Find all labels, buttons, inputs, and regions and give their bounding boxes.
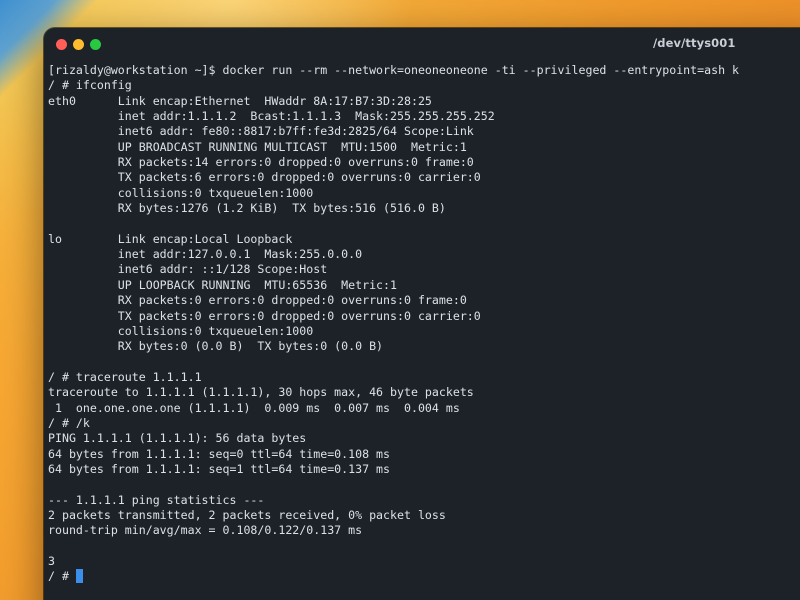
terminal-window[interactable]: /dev/ttys001 [rizaldy@workstation ~]$ do… (44, 28, 800, 600)
close-window-button[interactable] (56, 39, 67, 50)
terminal-line: inet addr:127.0.0.1 Mask:255.0.0.0 (48, 247, 363, 262)
terminal-line: RX bytes:1276 (1.2 KiB) TX bytes:516 (51… (48, 201, 446, 216)
terminal-line: 1 one.one.one.one (1.1.1.1) 0.009 ms 0.0… (48, 400, 460, 415)
terminal-line: UP LOOPBACK RUNNING MTU:65536 Metric:1 (48, 277, 398, 292)
terminal-line: RX packets:0 errors:0 dropped:0 overruns… (48, 293, 467, 308)
terminal-line: 64 bytes from 1.1.1.1: seq=1 ttl=64 time… (48, 461, 391, 476)
terminal-line: inet addr:1.1.1.2 Bcast:1.1.1.3 Mask:255… (48, 109, 495, 124)
shell-prompt: / # (48, 569, 76, 584)
terminal-line: 2 packets transmitted, 2 packets receive… (48, 507, 446, 522)
terminal-line: / # /k (48, 415, 90, 430)
zoom-window-button[interactable] (90, 39, 101, 50)
terminal-line: UP BROADCAST RUNNING MULTICAST MTU:1500 … (48, 139, 467, 154)
text-cursor (75, 569, 83, 584)
terminal-line: [rizaldy@workstation ~]$ docker run --rm… (48, 63, 740, 77)
terminal-line: PING 1.1.1.1 (1.1.1.1): 56 data bytes (48, 431, 307, 446)
terminal-line: RX packets:14 errors:0 dropped:0 overrun… (48, 155, 474, 170)
terminal-line: RX bytes:0 (0.0 B) TX bytes:0 (0.0 B) (48, 339, 384, 354)
terminal-line: lo Link encap:Local Loopback (48, 231, 293, 246)
terminal-line: collisions:0 txqueuelen:1000 (48, 185, 314, 200)
window-titlebar[interactable]: /dev/ttys001 (44, 28, 800, 60)
terminal-line: 64 bytes from 1.1.1.1: seq=0 ttl=64 time… (48, 446, 391, 461)
minimize-window-button[interactable] (73, 39, 84, 50)
terminal-line: TX packets:0 errors:0 dropped:0 overruns… (48, 308, 481, 323)
window-title: /dev/ttys001 (653, 36, 736, 50)
terminal-line: TX packets:6 errors:0 dropped:0 overruns… (48, 170, 481, 185)
terminal-line: inet6 addr: ::1/128 Scope:Host (48, 262, 328, 277)
terminal-output[interactable]: [rizaldy@workstation ~]$ docker run --rm… (48, 63, 800, 585)
terminal-line: inet6 addr: fe80::8817:b7ff:fe3d:2825/64… (48, 124, 474, 139)
terminal-line: collisions:0 txqueuelen:1000 (48, 323, 314, 338)
terminal-line: round-trip min/avg/max = 0.108/0.122/0.1… (48, 523, 363, 538)
terminal-line: 3 (48, 554, 55, 568)
terminal-line: / # traceroute 1.1.1.1 (48, 369, 202, 384)
prompt-line[interactable]: / # (48, 569, 800, 584)
terminal-line: --- 1.1.1.1 ping statistics --- (48, 492, 265, 507)
terminal-line: / # ifconfig (48, 78, 132, 93)
terminal-line: traceroute to 1.1.1.1 (1.1.1.1), 30 hops… (48, 385, 474, 400)
terminal-line: eth0 Link encap:Ethernet HWaddr 8A:17:B7… (48, 93, 432, 108)
